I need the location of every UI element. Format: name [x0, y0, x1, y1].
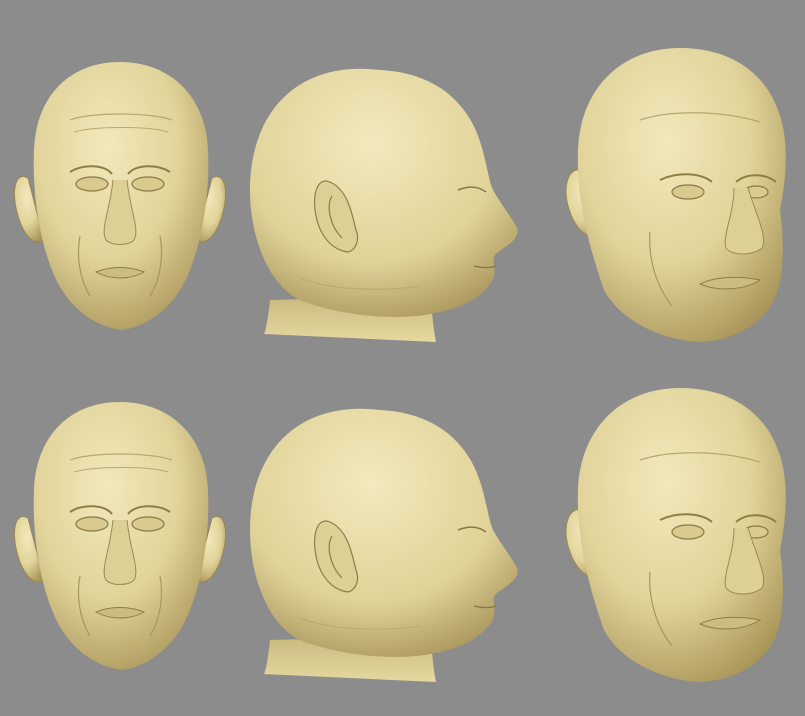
side-head-shaded — [249, 67, 519, 343]
three-quarter-head-wireframe — [565, 387, 787, 683]
front-head-shaded — [13, 61, 227, 331]
three-quarter-head-surface — [565, 387, 787, 683]
side-head-wireframe — [249, 407, 519, 683]
side-head-surface — [249, 407, 519, 683]
front-head-surface — [13, 61, 227, 331]
head-renders-canvas — [13, 47, 787, 683]
shaded-row — [13, 47, 787, 343]
wireframe-row — [13, 387, 787, 683]
three-quarter-head-surface — [565, 47, 787, 343]
three-quarter-head-shaded — [565, 47, 787, 343]
side-head-surface — [249, 67, 519, 343]
front-head-surface — [13, 401, 227, 671]
render-viewport — [0, 0, 805, 716]
front-head-wireframe — [13, 401, 227, 671]
